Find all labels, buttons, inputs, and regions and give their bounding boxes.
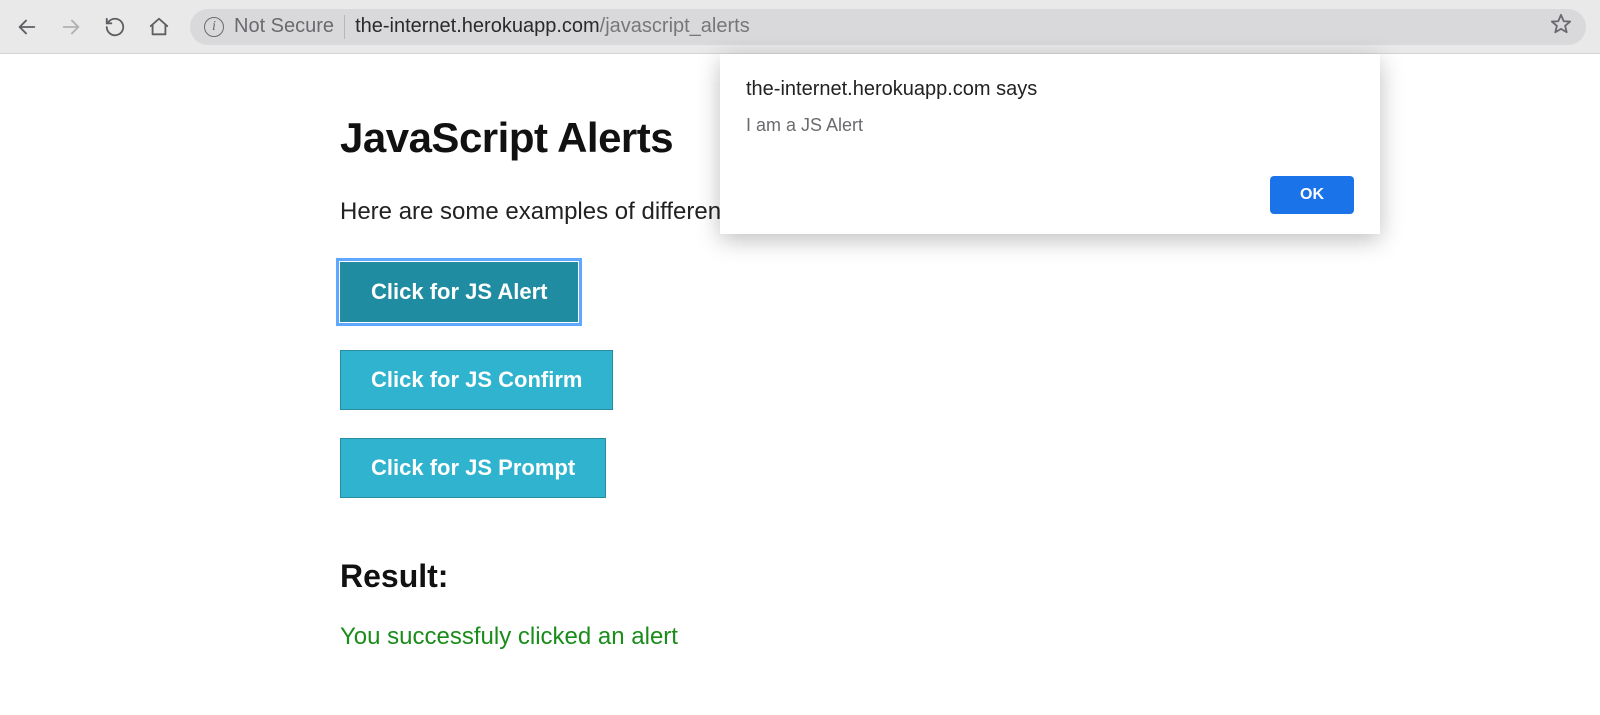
alert-origin-text: the-internet.herokuapp.com says — [746, 78, 1354, 101]
address-bar[interactable]: i Not Secure the-internet.herokuapp.com/… — [190, 9, 1586, 45]
alert-ok-button[interactable]: OK — [1270, 176, 1354, 214]
home-icon[interactable] — [146, 14, 172, 40]
alert-actions: OK — [746, 176, 1354, 214]
result-text: You successfuly clicked an alert — [340, 623, 1600, 651]
site-info-icon[interactable]: i — [204, 17, 224, 37]
browser-toolbar: i Not Secure the-internet.herokuapp.com/… — [0, 0, 1600, 54]
back-icon[interactable] — [14, 14, 40, 40]
url-path: /javascript_alerts — [600, 15, 750, 37]
alert-button-list: Click for JS Alert Click for JS Confirm … — [340, 262, 1600, 498]
result-heading: Result: — [340, 558, 1600, 595]
url-host: the-internet.herokuapp.com — [355, 15, 600, 37]
js-confirm-button[interactable]: Click for JS Confirm — [340, 350, 613, 410]
js-alert-button[interactable]: Click for JS Alert — [340, 262, 578, 322]
js-prompt-button[interactable]: Click for JS Prompt — [340, 438, 606, 498]
reload-icon[interactable] — [102, 14, 128, 40]
url-text: the-internet.herokuapp.com/javascript_al… — [355, 15, 750, 38]
list-item: Click for JS Prompt — [340, 438, 1600, 498]
bookmark-star-icon[interactable] — [1550, 13, 1572, 41]
forward-icon[interactable] — [58, 14, 84, 40]
list-item: Click for JS Confirm — [340, 350, 1600, 410]
address-divider — [344, 15, 345, 39]
alert-message-text: I am a JS Alert — [746, 115, 1354, 136]
js-alert-dialog: the-internet.herokuapp.com says I am a J… — [720, 54, 1380, 234]
list-item: Click for JS Alert — [340, 262, 1600, 322]
not-secure-label: Not Secure — [234, 15, 334, 38]
